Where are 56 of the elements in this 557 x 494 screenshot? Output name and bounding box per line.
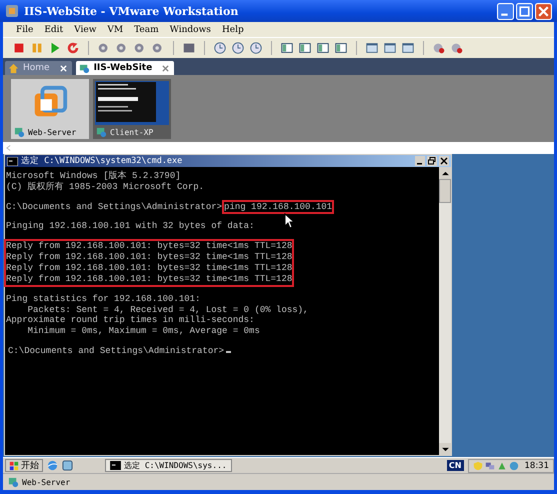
close-icon[interactable] [439, 156, 449, 166]
scroll-down-icon[interactable] [439, 443, 451, 455]
menu-item[interactable]: File [16, 24, 34, 34]
console-line: Reply from 192.168.100.101: bytes=32 time<1ms TTL=128 [6, 252, 292, 264]
status-text: Web-Server [22, 478, 70, 486]
menu-item[interactable]: Edit [44, 24, 64, 34]
scrollbar[interactable] [439, 167, 451, 455]
menu-item[interactable]: Team [134, 24, 159, 34]
menu-item[interactable]: View [74, 24, 96, 34]
mouse-pointer-icon [284, 213, 294, 229]
console-line: Microsoft Windows [版本 5.2.3790] [6, 171, 182, 182]
window-title: IIS-WebSite - VMware Workstation [24, 4, 240, 18]
console-line: Reply from 192.168.100.101: bytes=32 time<1ms TTL=128 [6, 263, 292, 274]
language-indicator[interactable]: CN [446, 460, 464, 471]
console-line: Reply from 192.168.100.101: bytes=32 time<1ms TTL=128 [6, 274, 292, 285]
windows-flag-icon [9, 460, 19, 470]
desktop-icon[interactable] [62, 460, 73, 471]
console-command: ping 192.168.100.101 [222, 200, 334, 214]
scroll-thumb[interactable] [439, 179, 451, 203]
vm-icon [96, 127, 107, 138]
console-title: 选定 C:\WINDOWS\system32\cmd.exe [21, 155, 184, 167]
taskbar-button[interactable]: 选定 C:\WINDOWS\sys... [105, 459, 232, 472]
house-icon [8, 62, 19, 74]
clock: 18:31 [524, 460, 549, 470]
console-line: Reply from 192.168.100.101: bytes=32 time<1ms TTL=128 [6, 241, 292, 252]
vm-icon [8, 476, 19, 488]
clock-icon[interactable] [248, 40, 264, 56]
vm-icon [14, 127, 25, 138]
clock-icon[interactable] [212, 40, 228, 56]
browser-icon[interactable] [47, 460, 58, 471]
console-prompt: C:\Documents and Settings\Administrator> [6, 202, 222, 212]
console-line: Pinging 192.168.100.101 with 32 bytes of data: [6, 221, 254, 232]
vm-thumbnail[interactable]: Web-Server [11, 79, 89, 139]
restore-icon[interactable] [427, 156, 437, 166]
menu-item[interactable]: VM [107, 24, 124, 34]
menu-item[interactable]: Help [222, 24, 244, 34]
computer-icon [78, 62, 90, 74]
scroll-up-icon[interactable] [439, 167, 451, 179]
console-line: Minimum = 0ms, Maximum = 0ms, Average = 0ms [26, 326, 261, 338]
app-icon [5, 4, 19, 18]
vm-thumbnail[interactable]: Client-XP [93, 79, 171, 139]
tab[interactable]: IIS-WebSite [76, 61, 174, 75]
console-line: Approximate round trip times in milli-seconds: [6, 315, 256, 326]
network-icon[interactable] [484, 460, 494, 470]
start-button[interactable]: 开始 [5, 459, 43, 472]
console-line: Packets: Sent = 4, Received = 4, Lost = 0 (0% loss), [26, 304, 308, 316]
maximize-icon[interactable] [516, 2, 533, 20]
minimize-icon[interactable] [415, 156, 425, 166]
console-icon [110, 461, 121, 470]
console-prompt: C:\Documents and Settings\Administrator> [7, 345, 226, 358]
console-line: (C) 版权所有 1985-2003 Microsoft Corp. [6, 182, 204, 193]
console-line: Ping statistics for 192.168.100.101: [6, 294, 202, 305]
vm-name: Web-Server [28, 128, 76, 137]
clock-icon[interactable] [230, 40, 246, 56]
menu-item[interactable]: Windows [170, 24, 211, 34]
vm-name: Client-XP [110, 128, 154, 137]
